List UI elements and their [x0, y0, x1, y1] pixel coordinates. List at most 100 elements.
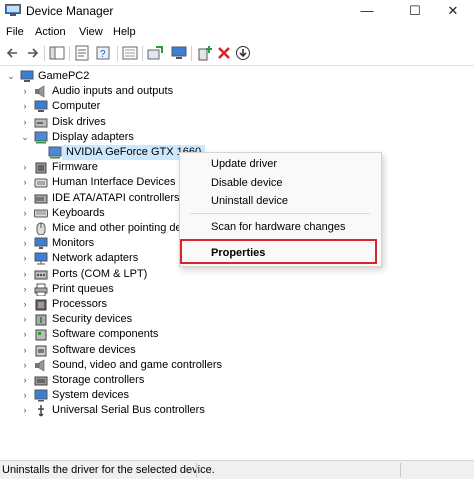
computer-root-icon	[20, 70, 34, 83]
device-manager-icon	[5, 4, 21, 16]
tree-item-label: System devices	[52, 389, 130, 401]
display-adapter-icon	[48, 146, 62, 159]
close-button[interactable]: ✕	[430, 0, 474, 22]
forward-arrow-icon[interactable]	[24, 45, 40, 61]
toolbar-divider	[142, 46, 143, 61]
menu-separator	[190, 213, 370, 214]
console-tree-icon[interactable]	[122, 45, 138, 61]
menu-item-update-driver[interactable]: Update driver	[211, 158, 277, 170]
tree-category-item[interactable]: › Ports (COM & LPT)	[0, 267, 474, 282]
toolbar: ?	[0, 43, 474, 66]
expand-chevron-icon[interactable]: ›	[20, 175, 30, 190]
monitor-icon	[34, 237, 48, 250]
collapse-chevron-icon[interactable]: ⌄	[6, 69, 16, 84]
tree-root-node[interactable]: ⌄ GamePC2	[0, 69, 474, 84]
tree-item-label: Keyboards	[52, 207, 105, 219]
keyboard-icon	[34, 207, 48, 220]
hid-icon	[34, 176, 48, 189]
expand-chevron-icon[interactable]: ›	[20, 343, 30, 358]
menu-view[interactable]: View	[79, 26, 103, 38]
tree-item-label: Computer	[52, 100, 101, 112]
tree-category-item[interactable]: › Processors	[0, 297, 474, 312]
window-title: Device Manager	[26, 4, 114, 18]
tree-category-item[interactable]: › Computer	[0, 99, 474, 114]
disk-drive-icon	[34, 116, 48, 129]
ide-controller-icon	[34, 192, 48, 205]
expand-chevron-icon[interactable]: ›	[20, 327, 30, 342]
scan-hardware-icon[interactable]	[171, 45, 187, 61]
show-hide-tree-icon[interactable]	[49, 45, 65, 61]
toolbar-divider	[69, 46, 70, 61]
properties-sheet-icon[interactable]	[74, 45, 90, 61]
expand-chevron-icon[interactable]: ›	[20, 388, 30, 403]
minimize-button[interactable]: —	[344, 0, 390, 22]
menu-file[interactable]: File	[6, 26, 24, 38]
tree-category-item[interactable]: › Print queues	[0, 282, 474, 297]
menu-help[interactable]: Help	[113, 26, 136, 38]
expand-chevron-icon[interactable]: ›	[20, 206, 30, 221]
expand-chevron-icon[interactable]: ›	[20, 221, 30, 236]
tree-item-label: Network adapters	[52, 252, 139, 264]
tree-category-item[interactable]: ⌄ Display adapters	[0, 130, 474, 145]
collapse-chevron-icon[interactable]: ⌄	[20, 130, 30, 145]
expand-chevron-icon[interactable]: ›	[20, 251, 30, 266]
tree-item-label: Software components	[52, 328, 159, 340]
menu-item-disable-device[interactable]: Disable device	[211, 177, 283, 189]
expand-chevron-icon[interactable]: ›	[20, 312, 30, 327]
tree-category-item[interactable]: › Security devices	[0, 312, 474, 327]
status-divider	[196, 463, 197, 477]
uninstall-x-icon[interactable]	[216, 45, 232, 61]
expand-chevron-icon[interactable]: ›	[20, 358, 30, 373]
add-driver-icon[interactable]	[197, 45, 213, 61]
expand-chevron-icon[interactable]: ›	[20, 373, 30, 388]
toolbar-divider	[117, 46, 118, 61]
tree-category-item[interactable]: › Audio inputs and outputs	[0, 84, 474, 99]
expand-chevron-icon[interactable]: ›	[20, 115, 30, 130]
help-book-icon[interactable]: ?	[95, 45, 111, 61]
mouse-icon	[34, 222, 48, 236]
expand-chevron-icon[interactable]: ›	[20, 297, 30, 312]
tree-category-item[interactable]: › Software devices	[0, 343, 474, 358]
tree-category-item[interactable]: › System devices	[0, 388, 474, 403]
display-adapter-icon	[34, 131, 48, 144]
tree-category-item[interactable]: › Universal Serial Bus controllers	[0, 403, 474, 418]
menu-action[interactable]: Action	[35, 26, 66, 38]
tree-item-label: Audio inputs and outputs	[52, 85, 174, 97]
properties-highlight-box	[180, 239, 377, 264]
expand-chevron-icon[interactable]: ›	[20, 160, 30, 175]
processor-icon	[34, 298, 48, 311]
menu-item-uninstall-device[interactable]: Uninstall device	[211, 195, 288, 207]
tree-item-label: Human Interface Devices	[52, 176, 176, 188]
tree-item-label: Processors	[52, 298, 108, 310]
tree-item-label: Disk drives	[52, 116, 106, 128]
disable-device-icon[interactable]	[235, 45, 251, 61]
network-adapter-icon	[34, 252, 48, 265]
expand-chevron-icon[interactable]: ›	[20, 403, 30, 418]
tree-category-item[interactable]: › Sound, video and game controllers	[0, 358, 474, 373]
storage-controller-icon	[34, 374, 48, 387]
update-driver-icon[interactable]	[147, 45, 163, 61]
software-component-icon	[34, 328, 48, 341]
title-bar: Device Manager — ☐ ✕	[0, 0, 474, 22]
back-arrow-icon[interactable]	[5, 45, 21, 61]
expand-chevron-icon[interactable]: ›	[20, 99, 30, 114]
menu-item-scan-hardware[interactable]: Scan for hardware changes	[211, 221, 346, 233]
tree-category-item[interactable]: › Software components	[0, 327, 474, 342]
expand-chevron-icon[interactable]: ›	[20, 267, 30, 282]
expand-chevron-icon[interactable]: ›	[20, 191, 30, 206]
tree-category-item[interactable]: › Storage controllers	[0, 373, 474, 388]
tree-category-item[interactable]: › Disk drives	[0, 115, 474, 130]
speaker-icon	[34, 85, 48, 98]
tree-item-label: Storage controllers	[52, 374, 145, 386]
expand-chevron-icon[interactable]: ›	[20, 282, 30, 297]
tree-item-label: Print queues	[52, 283, 114, 295]
tree-item-label: Monitors	[52, 237, 95, 249]
expand-chevron-icon[interactable]: ›	[20, 236, 30, 251]
toolbar-divider	[44, 46, 45, 61]
expand-chevron-icon[interactable]: ›	[20, 84, 30, 99]
tree-item-label: Ports (COM & LPT)	[52, 268, 148, 280]
port-icon	[34, 268, 48, 281]
status-bar: Uninstalls the driver for the selected d…	[0, 460, 474, 479]
software-device-icon	[34, 344, 48, 357]
tree-item-label: Universal Serial Bus controllers	[52, 404, 205, 416]
